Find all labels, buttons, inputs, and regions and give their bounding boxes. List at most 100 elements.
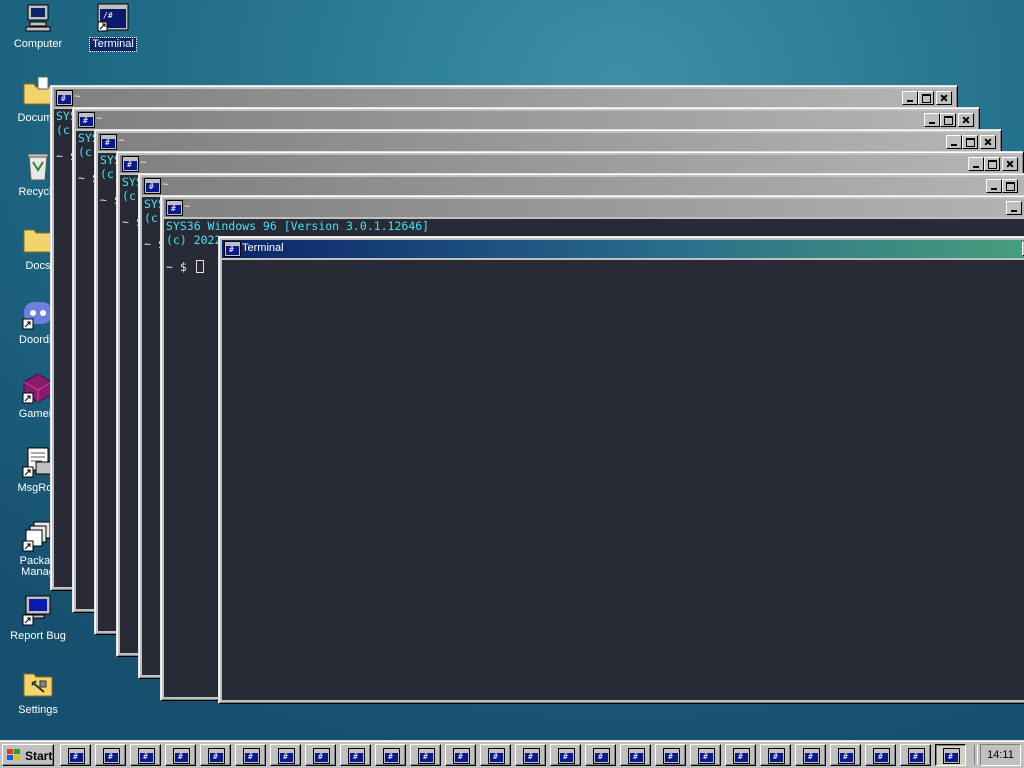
window-title: Terminal (242, 242, 284, 254)
terminal-icon (56, 90, 72, 106)
terminal-prompt: ~ $ (166, 260, 204, 274)
text-cursor (195, 260, 204, 273)
terminal-icon (454, 749, 469, 763)
terminal-icon (804, 749, 819, 763)
title-bar[interactable]: ~ (76, 111, 976, 129)
start-label: Start (25, 749, 53, 763)
terminal-icon (839, 749, 854, 763)
terminal-icon (419, 749, 434, 763)
minimize-button[interactable] (924, 113, 940, 127)
title-bar[interactable]: Terminal (222, 240, 1024, 258)
title-bar[interactable]: ~ (120, 155, 1020, 173)
terminal-icon (100, 134, 116, 150)
terminal-icon (244, 749, 259, 763)
window-title: ~ (184, 201, 191, 213)
terminal-icon (144, 178, 160, 194)
minimize-button[interactable] (902, 91, 918, 105)
taskbar-terminal-button[interactable] (725, 744, 756, 766)
desktop-icon-label: Docs (25, 260, 51, 272)
terminal-icon (629, 749, 644, 763)
title-bar[interactable]: ~ (54, 89, 954, 107)
taskbar-terminal-button[interactable] (935, 744, 966, 766)
close-button[interactable] (958, 113, 974, 127)
minimize-button[interactable] (968, 157, 984, 171)
taskbar-terminal-button[interactable] (235, 744, 266, 766)
desktop-icon-settings[interactable]: Settings (0, 668, 76, 717)
terminal-icon (139, 749, 154, 763)
window-title: ~ (118, 135, 125, 147)
taskbar-terminal-button[interactable] (795, 744, 826, 766)
taskbar-terminal-button[interactable] (865, 744, 896, 766)
terminal-icon (209, 749, 224, 763)
maximize-button[interactable] (1002, 179, 1018, 193)
desktop-icon-terminal[interactable]: /# Terminal (75, 2, 151, 52)
tray-separator (974, 745, 978, 765)
taskbar-terminal-button[interactable] (620, 744, 651, 766)
terminal-window-active[interactable]: Terminal (218, 236, 1024, 704)
taskbar-terminal-button[interactable] (760, 744, 791, 766)
taskbar-terminal-button[interactable] (655, 744, 686, 766)
minimize-button[interactable] (1006, 201, 1022, 215)
terminal-icon (104, 749, 119, 763)
terminal-icon (489, 749, 504, 763)
settings-icon (22, 668, 54, 700)
terminal-icon (349, 749, 364, 763)
clock: 14:11 (980, 744, 1021, 766)
terminal-icon (909, 749, 924, 763)
desktop-icon-report-bug[interactable]: Report Bug (0, 594, 76, 643)
window-title: ~ (140, 157, 147, 169)
taskbar-terminal-button[interactable] (480, 744, 511, 766)
taskbar-terminal-button[interactable] (95, 744, 126, 766)
title-bar[interactable]: ~ (98, 133, 998, 151)
terminal-icon (314, 749, 329, 763)
maximize-button[interactable] (962, 135, 978, 149)
terminal-icon (78, 112, 94, 128)
close-button[interactable] (980, 135, 996, 149)
taskbar-terminal-button[interactable] (585, 744, 616, 766)
minimize-button[interactable] (946, 135, 962, 149)
computer-icon (22, 2, 54, 34)
taskbar-terminal-button[interactable] (900, 744, 931, 766)
taskbar: Start 14:11 (0, 740, 1024, 768)
maximize-button[interactable] (984, 157, 1000, 171)
maximize-button[interactable] (940, 113, 956, 127)
maximize-button[interactable] (918, 91, 934, 105)
desktop-icon-label: Settings (18, 704, 58, 716)
terminal-icon: /# (97, 2, 129, 34)
terminal-icon (874, 749, 889, 763)
taskbar-terminal-button[interactable] (305, 744, 336, 766)
taskbar-terminal-button[interactable] (130, 744, 161, 766)
title-bar[interactable]: ~ (164, 199, 1024, 217)
start-button[interactable]: Start (2, 744, 54, 766)
desktop: Computer /# Terminal Docume Recycle Docs… (0, 0, 1024, 740)
taskbar-terminal-button[interactable] (445, 744, 476, 766)
desktop-icon-computer[interactable]: Computer (0, 2, 76, 51)
taskbar-terminal-button[interactable] (515, 744, 546, 766)
desktop-icon-label: Computer (13, 38, 63, 50)
taskbar-terminal-button[interactable] (60, 744, 91, 766)
taskbar-terminal-button[interactable] (165, 744, 196, 766)
taskbar-terminal-button[interactable] (340, 744, 371, 766)
svg-text:/#: /# (103, 11, 113, 20)
report-bug-icon (22, 594, 54, 626)
start-logo-icon (7, 749, 20, 761)
terminal-icon (594, 749, 609, 763)
close-button[interactable] (1002, 157, 1018, 171)
terminal-icon (769, 749, 784, 763)
terminal-icon (174, 749, 189, 763)
window-title: ~ (74, 91, 81, 103)
taskbar-terminal-button[interactable] (690, 744, 721, 766)
desktop-icon-label: Report Bug (10, 630, 66, 642)
taskbar-terminal-button[interactable] (830, 744, 861, 766)
terminal-output[interactable] (222, 260, 1024, 700)
terminal-icon (122, 156, 138, 172)
taskbar-terminal-button[interactable] (550, 744, 581, 766)
close-button[interactable] (936, 91, 952, 105)
taskbar-terminal-button[interactable] (270, 744, 301, 766)
window-title: ~ (162, 179, 169, 191)
minimize-button[interactable] (986, 179, 1002, 193)
taskbar-terminal-button[interactable] (200, 744, 231, 766)
title-bar[interactable]: ~ (142, 177, 1024, 195)
taskbar-terminal-button[interactable] (410, 744, 441, 766)
taskbar-terminal-button[interactable] (375, 744, 406, 766)
